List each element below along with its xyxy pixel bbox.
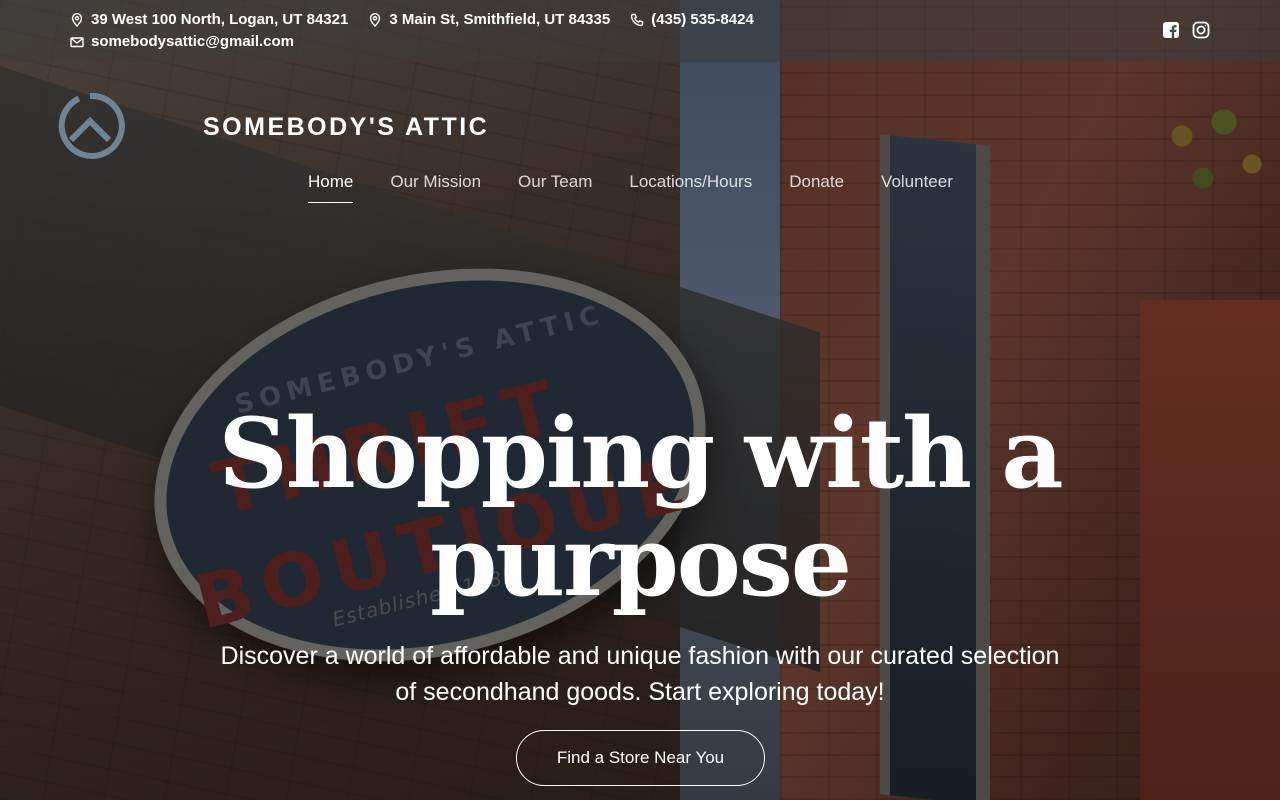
main-nav: Home Our Mission Our Team Locations/Hour… <box>308 172 953 203</box>
brand-name[interactable]: SOMEBODY'S ATTIC <box>203 113 489 142</box>
phone-text: (435) 535-8424 <box>651 11 754 28</box>
email-text: somebodysattic@gmail.com <box>91 33 295 50</box>
brand-logo-icon[interactable] <box>55 90 125 162</box>
nav-item-our-team[interactable]: Our Team <box>518 172 592 203</box>
phone-icon <box>631 13 644 26</box>
facebook-icon <box>1163 22 1179 38</box>
nav-item-donate[interactable]: Donate <box>789 172 844 203</box>
mail-icon <box>70 36 84 47</box>
top-contact-bar: 39 West 100 North, Logan, UT 84321 3 Mai… <box>0 0 1280 62</box>
hero-title: Shopping with a purpose <box>218 397 1063 618</box>
hero-subtitle: Discover a world of affordable and uniqu… <box>220 642 1060 706</box>
map-pin-icon <box>370 12 381 27</box>
contact-address-logan[interactable]: 39 West 100 North, Logan, UT 84321 <box>70 10 348 29</box>
nav-item-our-mission[interactable]: Our Mission <box>390 172 481 203</box>
nav-item-locations-hours[interactable]: Locations/Hours <box>629 172 752 203</box>
map-pin-icon <box>71 12 83 27</box>
address-logan-text: 39 West 100 North, Logan, UT 84321 <box>91 11 349 28</box>
nav-item-home[interactable]: Home <box>308 172 354 203</box>
instagram-icon <box>1192 21 1210 39</box>
address-smithfield-text: 3 Main St, Smithfield, UT 84335 <box>389 11 611 28</box>
facebook-link[interactable] <box>1162 21 1180 39</box>
contact-address-smithfield[interactable]: 3 Main St, Smithfield, UT 84335 <box>368 10 610 29</box>
find-store-button[interactable]: Find a Store Near You <box>516 730 765 786</box>
instagram-link[interactable] <box>1192 21 1210 39</box>
social-links <box>1162 21 1210 39</box>
nav-item-volunteer[interactable]: Volunteer <box>881 172 953 203</box>
contact-phone[interactable]: (435) 535-8424 <box>630 10 754 29</box>
contact-info: 39 West 100 North, Logan, UT 84321 3 Mai… <box>70 10 830 51</box>
contact-email[interactable]: somebodysattic@gmail.com <box>70 32 294 51</box>
